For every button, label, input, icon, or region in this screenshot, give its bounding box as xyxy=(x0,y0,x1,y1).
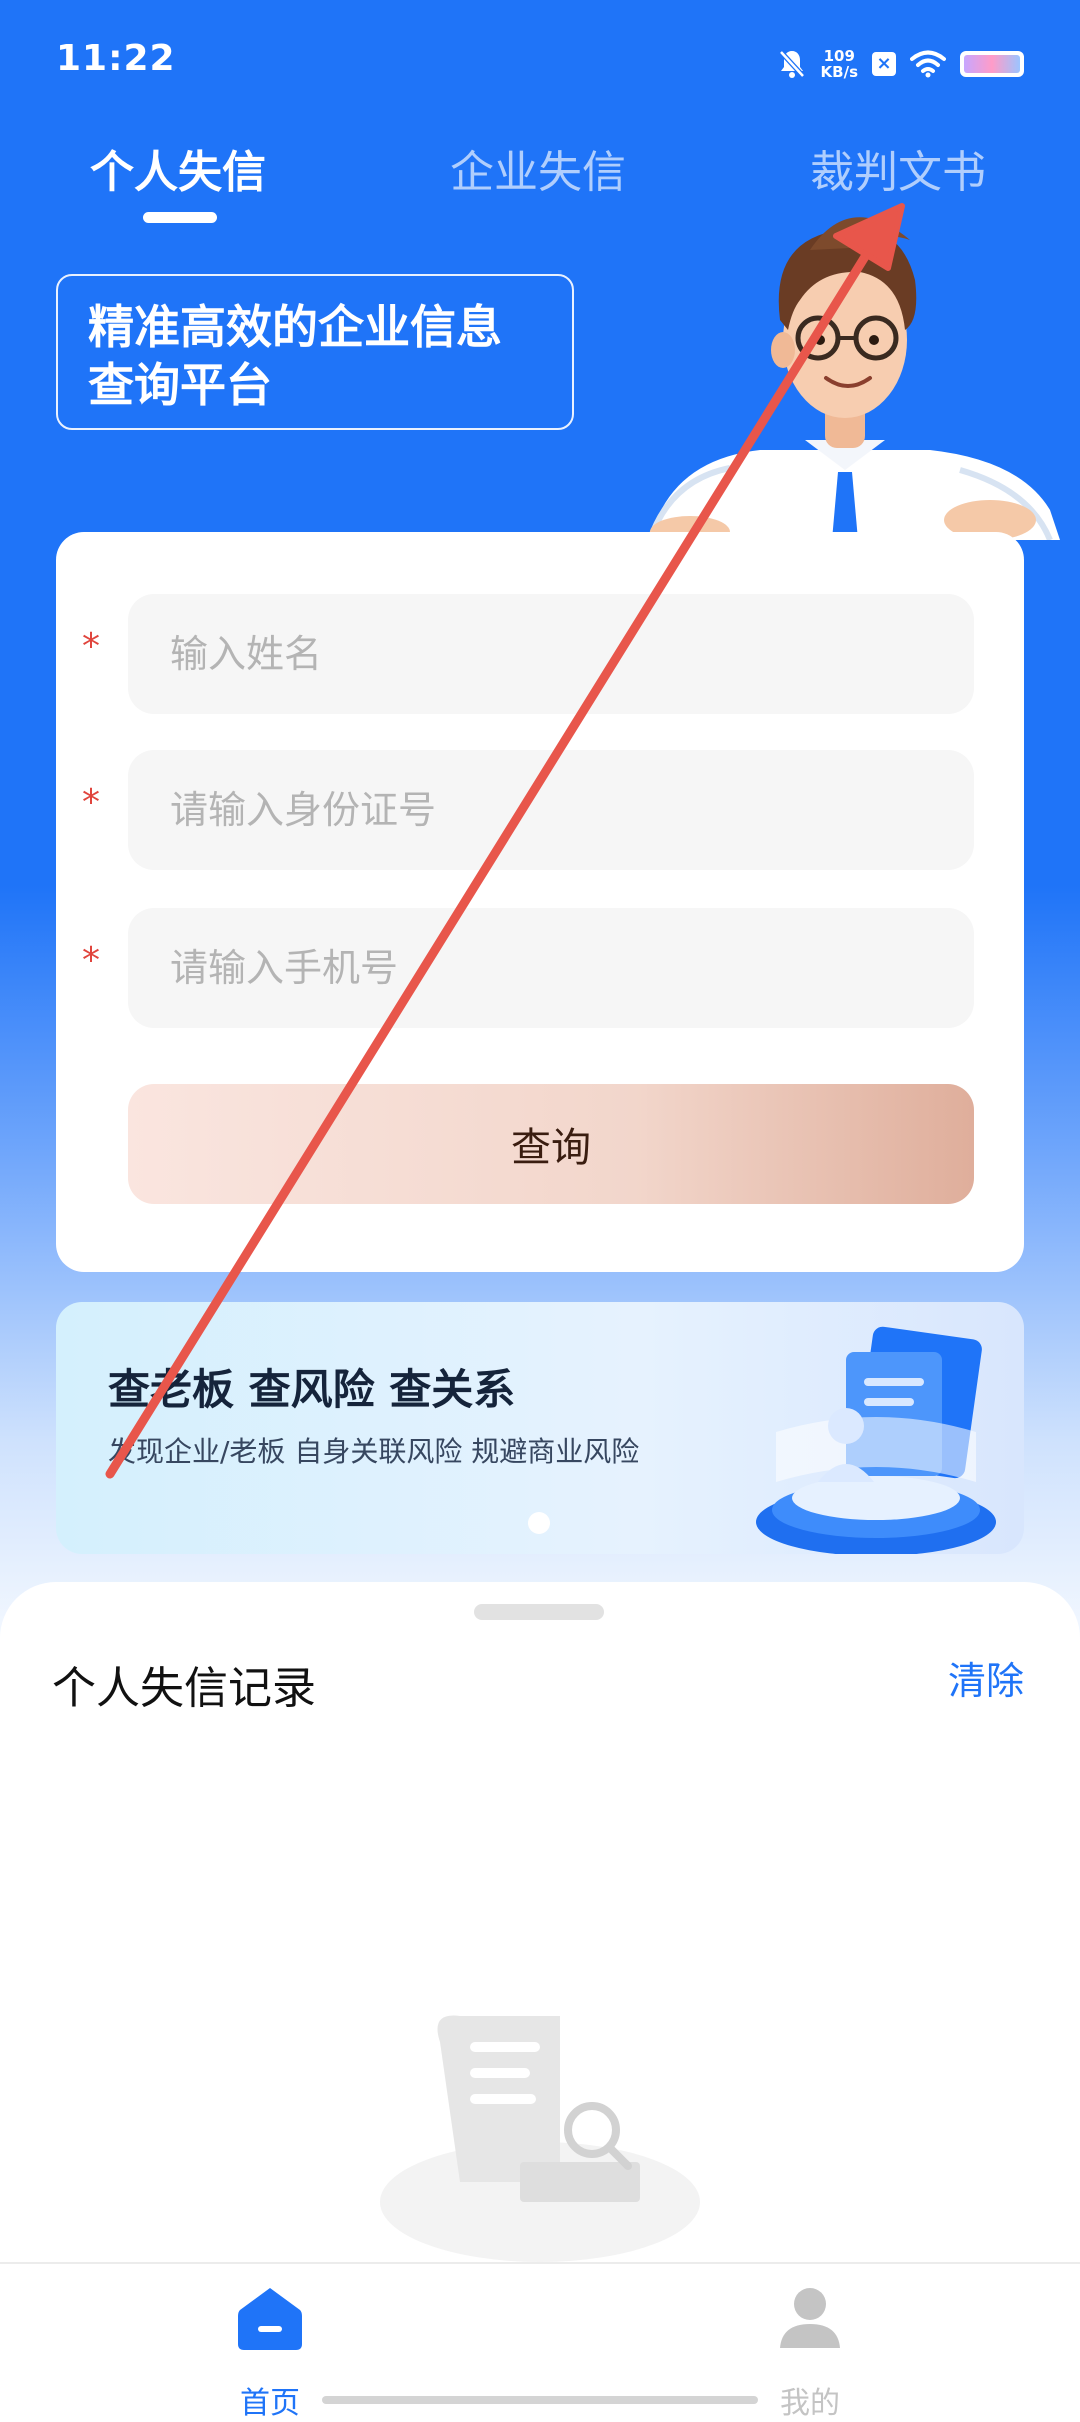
required-mark: * xyxy=(82,626,100,667)
status-bar: 11:22 109 KB/s × xyxy=(0,0,1080,125)
tab-judgment-documents[interactable]: 裁判文书 xyxy=(810,136,986,200)
hero-slogan: 精准高效的企业信息 查询平台 xyxy=(56,274,574,430)
status-time: 11:22 xyxy=(56,38,176,79)
tab-personal-dishonesty[interactable]: 个人失信 xyxy=(90,136,266,200)
bottom-navigation: 首页 我的 xyxy=(0,2262,1080,2421)
name-field-row: * xyxy=(56,594,1024,718)
status-icons: 109 KB/s × xyxy=(777,42,1024,86)
name-input[interactable] xyxy=(128,594,974,714)
banner-title: 查老板 查风险 查关系 xyxy=(108,1365,516,1414)
tab-enterprise-dishonesty[interactable]: 企业失信 xyxy=(450,136,626,200)
query-form-card: * * * 查询 xyxy=(56,532,1024,1272)
home-indicator xyxy=(322,2396,758,2404)
records-sheet: 个人失信记录 清除 xyxy=(0,1582,1080,2262)
nav-home[interactable]: 首页 xyxy=(190,2282,350,2421)
id-number-input[interactable] xyxy=(128,750,974,870)
net-speed-unit: KB/s xyxy=(820,63,858,81)
wifi-icon xyxy=(910,50,946,78)
empty-state-icon xyxy=(380,2015,700,2262)
promo-banner[interactable]: 查老板 查风险 查关系 发现企业/老板 自身关联风险 规避商业风险 xyxy=(56,1302,1024,1554)
nav-mine[interactable]: 我的 xyxy=(730,2282,890,2421)
query-button[interactable]: 查询 xyxy=(128,1084,974,1204)
phone-field-row: * xyxy=(56,908,1024,1032)
clear-records-button[interactable]: 清除 xyxy=(948,1650,1024,1705)
records-title: 个人失信记录 xyxy=(52,1663,316,1714)
sheet-drag-handle[interactable] xyxy=(474,1604,604,1620)
banner-page-indicator xyxy=(528,1512,550,1534)
banner-subtitle: 发现企业/老板 自身关联风险 规避商业风险 xyxy=(108,1435,640,1468)
phone-input[interactable] xyxy=(128,908,974,1028)
battery-icon xyxy=(960,51,1024,77)
battery-level xyxy=(964,55,1020,73)
net-speed-value: 109 xyxy=(823,47,855,65)
x-badge-icon: × xyxy=(872,52,896,76)
mascot-illustration xyxy=(647,217,1060,540)
slogan-line-1: 精准高效的企业信息 xyxy=(88,300,502,354)
bell-muted-icon xyxy=(778,50,805,78)
required-mark: * xyxy=(82,940,100,981)
banner-illustration xyxy=(756,1326,996,1554)
required-mark: * xyxy=(82,782,100,823)
id-field-row: * xyxy=(56,750,1024,874)
home-icon xyxy=(238,2288,302,2350)
tab-active-indicator xyxy=(143,212,217,223)
net-speed: 109 KB/s xyxy=(821,48,858,80)
user-icon xyxy=(780,2288,840,2348)
slogan-line-2: 查询平台 xyxy=(88,358,272,412)
